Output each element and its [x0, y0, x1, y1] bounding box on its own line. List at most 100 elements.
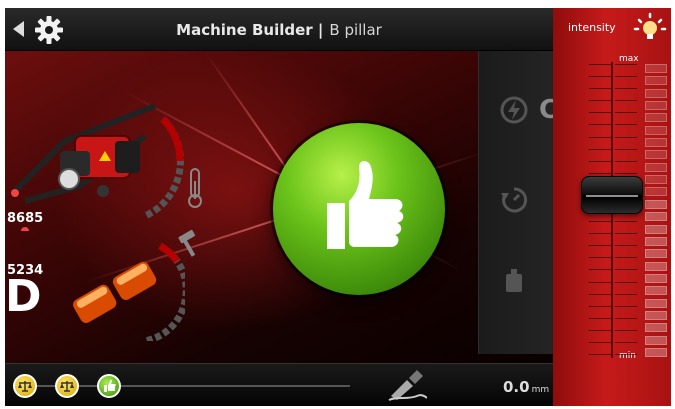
level-segment [645, 88, 667, 98]
scale-tick [615, 281, 637, 283]
lightbulb-icon [633, 12, 667, 39]
main-area: 8685 5234 D C [5, 51, 553, 363]
scale-tick [589, 112, 611, 114]
partial-label: C [539, 95, 553, 125]
level-segment [645, 212, 667, 222]
level-segment [645, 348, 667, 357]
scale-icon [18, 381, 32, 392]
level-segment [645, 310, 667, 320]
scale-tick [589, 269, 611, 271]
level-segment [645, 236, 667, 246]
scale-tick [615, 233, 637, 235]
page-title: Machine Builder | B pillar [5, 21, 553, 39]
level-segment [645, 125, 667, 135]
scale-tick [589, 281, 611, 283]
scale-tick [615, 64, 637, 65]
scale-tick [589, 317, 611, 319]
scale-tick [615, 245, 637, 247]
slider-handle[interactable] [581, 175, 643, 214]
scale-tick [615, 293, 637, 295]
scale-icon [60, 381, 74, 392]
scale-tick [589, 354, 611, 355]
level-segment [645, 175, 667, 185]
step-scale-1[interactable] [13, 374, 37, 398]
level-segment [645, 76, 667, 86]
scale-tick [589, 257, 611, 259]
scale-tick [589, 305, 611, 307]
intensity-label: intensity [568, 21, 616, 34]
scale-tick [589, 329, 611, 331]
thumbs-up-icon [327, 161, 404, 249]
scale-tick [589, 293, 611, 295]
intensity-panel: intensity max min [553, 8, 671, 406]
weight-icon [506, 269, 522, 292]
scale-tick [589, 245, 611, 247]
scale-tick [615, 317, 637, 319]
scale-tick [615, 88, 637, 90]
level-segment [645, 101, 667, 111]
level-segment [645, 150, 667, 160]
scale-tick [589, 160, 611, 162]
bottom-bar: 0.0 mm [5, 363, 553, 406]
level-segment [645, 138, 667, 148]
distance-unit: mm [531, 385, 550, 395]
scale-tick [615, 257, 637, 259]
value-top: 8685 [7, 211, 44, 226]
level-segment [645, 286, 667, 296]
level-segment [645, 261, 667, 271]
step-ok[interactable] [97, 374, 121, 398]
intensity-slider[interactable]: max min [559, 54, 667, 366]
scale-tick [615, 76, 637, 78]
scale-tick [615, 100, 637, 102]
scale-tick [615, 172, 637, 174]
level-segment [645, 298, 667, 308]
scale-tick [615, 124, 637, 126]
scale-tick [589, 172, 611, 174]
grade-letter: D [5, 271, 42, 322]
level-segment [645, 113, 667, 123]
lightning-icon [500, 96, 528, 124]
scale-tick [615, 148, 637, 150]
level-segment [645, 335, 667, 345]
scale-tick [589, 88, 611, 90]
distance-value: 0.0 [503, 378, 530, 396]
level-segment [645, 273, 667, 283]
scale-tick [615, 329, 637, 331]
thumbs-up-icon [104, 379, 116, 392]
scale-tick [589, 76, 611, 78]
machine-screen: Machine Builder | B pillar 8685 5234 D C… [5, 8, 671, 406]
step-scale-2[interactable] [55, 374, 79, 398]
side-status-panel: C [478, 51, 553, 354]
level-segment [645, 199, 667, 209]
level-segment [645, 187, 667, 197]
welding-gun-image [11, 103, 184, 231]
thermometer-icon [188, 168, 202, 208]
level-segment [645, 323, 667, 333]
scale-tick [589, 148, 611, 150]
scale-tick [589, 64, 611, 65]
distance-readout: 0.0 mm [503, 378, 549, 396]
scale-tick [615, 136, 637, 138]
header-bar: Machine Builder | B pillar [5, 8, 553, 51]
max-label: max [619, 54, 639, 64]
scale-tick [589, 341, 611, 343]
handle-grip [586, 194, 638, 197]
scale-tick [615, 112, 637, 114]
level-segment [645, 162, 667, 172]
level-segment [645, 249, 667, 259]
scale-tick [615, 160, 637, 162]
scale-tick [589, 136, 611, 138]
status-ok-button[interactable] [273, 123, 445, 295]
min-label: min [619, 351, 636, 361]
scale-tick [615, 341, 637, 343]
scale-tick [589, 221, 611, 223]
scale-tick [589, 233, 611, 235]
scale-tick [615, 269, 637, 271]
scale-tick [615, 305, 637, 307]
title-subtitle: B pillar [329, 21, 382, 39]
level-segment [645, 64, 667, 73]
scale-tick [589, 124, 611, 126]
hammer-icon [178, 229, 196, 257]
edit-signature-icon[interactable] [387, 370, 427, 402]
level-segment [645, 224, 667, 234]
